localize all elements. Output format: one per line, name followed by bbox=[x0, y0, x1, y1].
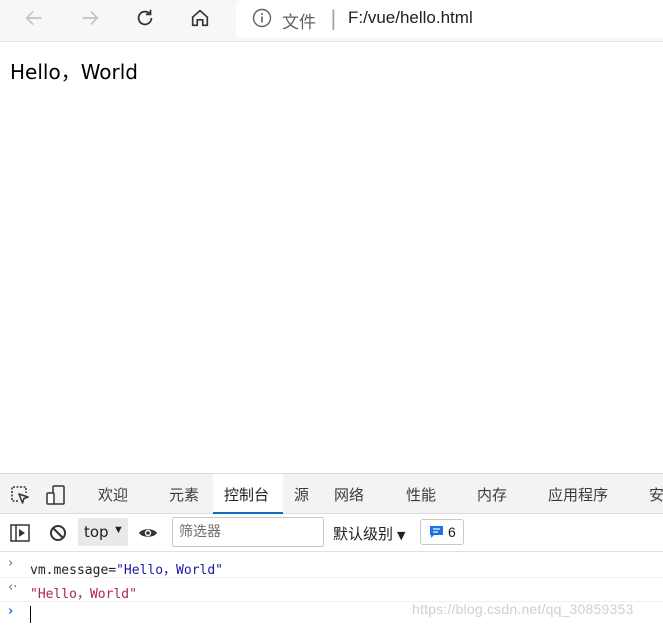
console-input-caret[interactable] bbox=[30, 606, 31, 623]
console-toolbar: top ▼ 默认级别▼ 6 bbox=[0, 514, 663, 552]
log-level-label: 默认级别 bbox=[333, 525, 394, 543]
message-icon bbox=[430, 526, 443, 538]
log-level-dropdown[interactable]: 默认级别 ▼ bbox=[333, 523, 405, 544]
command-string-value: "Hello，World" bbox=[116, 563, 224, 578]
command-chevron-icon: › bbox=[8, 556, 14, 571]
forward-arrow-icon bbox=[82, 10, 99, 26]
device-emulation-icon[interactable] bbox=[45, 484, 67, 506]
refresh-icon bbox=[137, 9, 153, 26]
log-level-caret-icon: ▼ bbox=[397, 529, 406, 542]
home-button[interactable] bbox=[184, 4, 216, 32]
tab-network[interactable]: 网络 bbox=[334, 484, 364, 505]
sidebar-toggle-icon[interactable] bbox=[9, 522, 31, 544]
inspect-element-icon[interactable] bbox=[9, 484, 31, 506]
address-separator: | bbox=[330, 6, 337, 30]
tab-memory[interactable]: 内存 bbox=[477, 484, 507, 505]
console-filter-input[interactable] bbox=[172, 517, 324, 547]
refresh-button[interactable] bbox=[129, 4, 161, 32]
clear-console-icon[interactable] bbox=[47, 522, 69, 544]
tab-sources[interactable]: 源 bbox=[294, 484, 309, 505]
home-icon bbox=[191, 9, 209, 27]
back-arrow-icon bbox=[25, 10, 42, 26]
console-result: "Hello，World" bbox=[30, 587, 137, 602]
console-command: vm.message="Hello，World" bbox=[30, 559, 223, 578]
tab-welcome[interactable]: 欢迎 bbox=[98, 484, 128, 505]
context-dropdown-caret-icon: ▼ bbox=[113, 524, 124, 536]
prompt-chevron-icon: › bbox=[8, 604, 14, 619]
issues-button[interactable]: 6 bbox=[420, 519, 464, 545]
result-chevron-icon: ‹· bbox=[8, 580, 18, 595]
address-bar[interactable]: 文件 | F:/vue/hello.html bbox=[236, 0, 663, 38]
command-expression: vm.message= bbox=[30, 563, 117, 578]
live-expression-eye-icon[interactable] bbox=[137, 522, 159, 544]
console-command-row: › vm.message="Hello，World" bbox=[0, 554, 663, 578]
back-button[interactable] bbox=[18, 4, 50, 32]
tab-performance[interactable]: 性能 bbox=[406, 484, 436, 505]
context-selector-value: top bbox=[84, 523, 109, 541]
tab-elements[interactable]: 元素 bbox=[169, 484, 199, 505]
issues-count: 6 bbox=[448, 524, 456, 540]
tab-application[interactable]: 应用程序 bbox=[548, 484, 608, 505]
info-icon[interactable] bbox=[252, 8, 272, 28]
tab-security[interactable]: 安 bbox=[649, 484, 663, 505]
address-url[interactable]: F:/vue/hello.html bbox=[348, 8, 473, 28]
watermark: https://blog.csdn.net/qq_30859353 bbox=[412, 601, 634, 617]
browser-toolbar: 文件 | F:/vue/hello.html bbox=[0, 0, 663, 42]
console-result-row: ‹· "Hello，World" bbox=[0, 578, 663, 602]
devtools-tab-bar: 欢迎 元素 控制台 源 网络 性能 内存 应用程序 安 bbox=[0, 474, 663, 514]
page-hello-text: Hello，World bbox=[10, 60, 139, 84]
address-scheme-label: 文件 bbox=[282, 13, 316, 33]
forward-button[interactable] bbox=[74, 4, 106, 32]
tab-console[interactable]: 控制台 bbox=[224, 484, 269, 505]
